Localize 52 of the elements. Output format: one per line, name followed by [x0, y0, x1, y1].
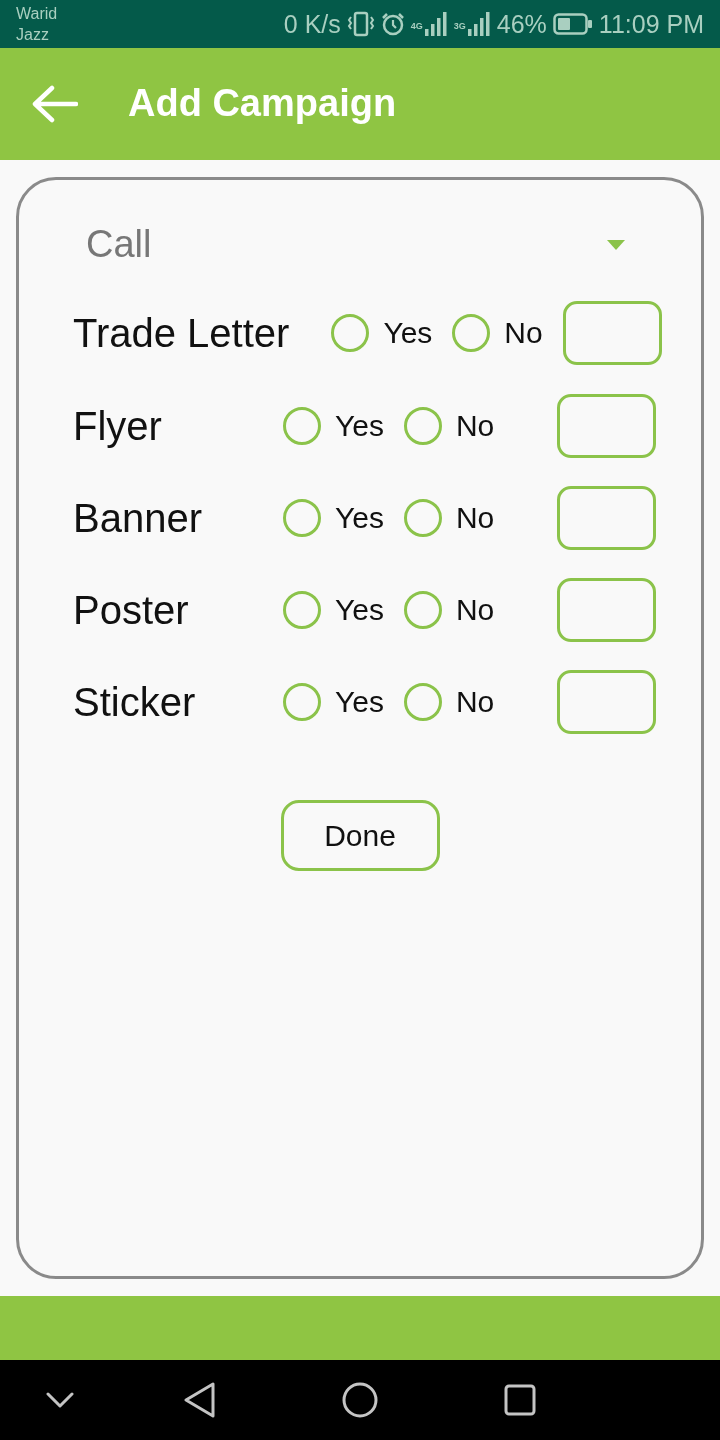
home-icon[interactable] [342, 1382, 378, 1418]
radio-label: No [504, 315, 543, 351]
radio-button[interactable] [331, 314, 370, 352]
alarm-icon [380, 12, 405, 36]
network-type-label: 4G [410, 21, 423, 31]
radio-button[interactable] [283, 499, 321, 537]
back-arrow-icon [32, 85, 78, 123]
input-field[interactable] [562, 301, 662, 365]
radio-label: No [455, 592, 495, 628]
radio-button[interactable] [283, 683, 321, 721]
radio-label: Yes [335, 408, 384, 444]
carrier-name: Jazz [16, 25, 50, 45]
input-field[interactable] [557, 486, 656, 550]
radio-label: No [455, 500, 495, 536]
carrier-name: Warid [16, 4, 58, 24]
radio-label: Yes [383, 315, 433, 351]
input-field[interactable] [557, 394, 656, 458]
done-button[interactable]: Done [280, 800, 440, 871]
radio-button[interactable] [403, 591, 442, 629]
radio-button[interactable] [452, 314, 491, 352]
back-icon[interactable] [184, 1382, 216, 1418]
back-button[interactable] [32, 85, 78, 123]
network-speed: 0 K/s [283, 9, 341, 39]
field-label: Sticker [73, 679, 197, 726]
battery-icon [552, 13, 593, 35]
battery-percent: 46% [496, 9, 547, 39]
field-label: Trade Letter [73, 310, 291, 357]
radio-label: Yes [335, 500, 384, 536]
radio-label: Yes [335, 684, 384, 720]
field-label: Flyer [73, 403, 163, 450]
radio-label: No [455, 408, 495, 444]
caret-icon [607, 240, 625, 250]
chevron-down-icon[interactable] [46, 1392, 74, 1408]
recent-apps-icon[interactable] [504, 1384, 536, 1416]
radio-button[interactable] [283, 407, 321, 445]
input-field[interactable] [557, 578, 656, 642]
radio-label: No [455, 684, 495, 720]
signal-icon [423, 11, 448, 37]
field-label: Poster [73, 587, 190, 634]
clock-time: 11:09 PM [598, 9, 704, 39]
radio-button[interactable] [403, 499, 442, 537]
radio-button[interactable] [283, 591, 321, 629]
screen-title: Add Campaign [128, 81, 397, 127]
signal-icon [466, 11, 491, 37]
radio-label: Yes [335, 592, 384, 628]
vibrate-icon [346, 11, 375, 37]
field-label: Banner [73, 495, 203, 542]
type-dropdown[interactable]: Call [86, 222, 625, 268]
input-field[interactable] [557, 670, 656, 734]
network-type-label: 3G [453, 21, 466, 31]
radio-button[interactable] [403, 407, 442, 445]
radio-button[interactable] [403, 683, 442, 721]
